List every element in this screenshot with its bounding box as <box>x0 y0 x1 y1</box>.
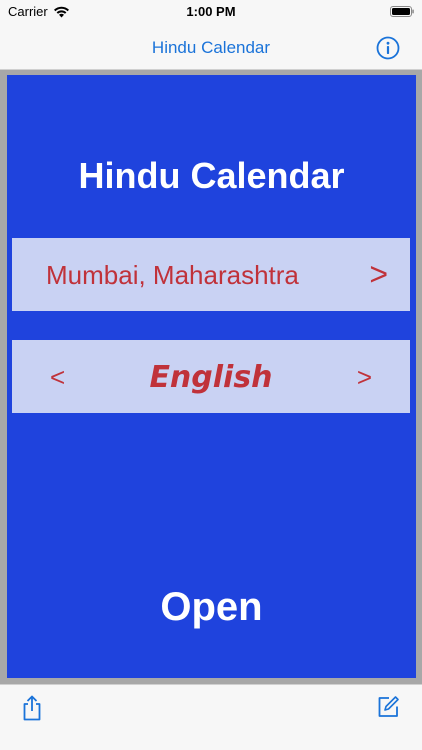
compose-icon[interactable] <box>376 695 400 719</box>
nav-title: Hindu Calendar <box>151 38 271 57</box>
location-next-button[interactable]: > <box>369 256 388 293</box>
language-label: English <box>149 360 273 395</box>
share-icon[interactable] <box>20 695 44 721</box>
language-selector: < English > <box>12 340 410 413</box>
battery-icon <box>390 6 414 17</box>
location-selector[interactable]: Mumbai, Maharashtra > <box>12 238 410 311</box>
open-button[interactable]: Open <box>7 585 416 630</box>
bottom-toolbar <box>0 684 422 750</box>
status-time: 1:00 PM <box>186 4 236 19</box>
status-bar: Carrier 1:00 PM <box>0 0 422 24</box>
main-frame: Hindu Calendar Mumbai, Maharashtra > < E… <box>0 70 422 684</box>
page-title: Hindu Calendar <box>78 155 345 196</box>
location-label: Mumbai, Maharashtra <box>46 260 299 290</box>
info-icon[interactable] <box>376 36 400 60</box>
language-next-button[interactable]: > <box>357 362 372 393</box>
navigation-bar: Hindu Calendar <box>0 24 422 70</box>
calendar-panel: Hindu Calendar Mumbai, Maharashtra > < E… <box>7 75 416 678</box>
